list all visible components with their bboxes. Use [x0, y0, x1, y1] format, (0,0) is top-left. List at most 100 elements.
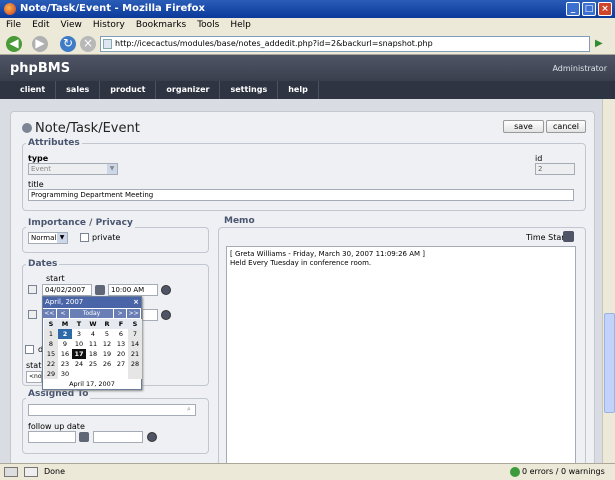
nav-settings[interactable]: settings — [220, 81, 279, 99]
calendar-day[interactable]: 4 — [86, 329, 100, 339]
assigned-input[interactable] — [28, 404, 196, 416]
calendar-day[interactable]: 27 — [114, 359, 128, 369]
calendar-day[interactable]: 29 — [44, 369, 58, 379]
menu-bookmarks[interactable]: Bookmarks — [136, 18, 186, 33]
calendar-day[interactable]: 30 — [58, 369, 72, 379]
page-title: Note/Task/Event — [22, 121, 140, 136]
forward-icon[interactable]: ▶ — [32, 36, 48, 52]
calendar-day[interactable]: 9 — [58, 339, 72, 349]
vertical-scrollbar[interactable] — [602, 99, 615, 463]
calendar-day[interactable]: 22 — [44, 359, 58, 369]
url-text: http://icecactus/modules/base/notes_adde… — [115, 39, 433, 48]
stop-icon[interactable]: × — [80, 36, 96, 52]
nav-help[interactable]: help — [278, 81, 319, 99]
next-year-button[interactable]: >> — [127, 309, 140, 318]
nav-product[interactable]: product — [100, 81, 157, 99]
menu-view[interactable]: View — [61, 18, 82, 33]
menu-history[interactable]: History — [93, 18, 125, 33]
clock-icon[interactable] — [161, 310, 171, 320]
calendar-day[interactable]: 3 — [72, 329, 86, 339]
clock-icon[interactable] — [161, 285, 171, 295]
nav-organizer[interactable]: organizer — [156, 81, 221, 99]
calendar-day[interactable]: 16 — [58, 349, 72, 359]
id-field: 2 — [535, 163, 575, 175]
calendar-day[interactable]: 2 — [58, 329, 72, 339]
page-icon — [103, 39, 112, 49]
importance-select[interactable]: Normal ▼ — [28, 232, 68, 244]
calendar-day[interactable]: 26 — [100, 359, 114, 369]
d-checkbox[interactable] — [25, 345, 34, 354]
calendar-day[interactable]: 10 — [72, 339, 86, 349]
cancel-button[interactable]: cancel — [546, 120, 586, 133]
prev-year-button[interactable]: << — [43, 309, 56, 318]
minimize-button[interactable]: _ — [566, 2, 580, 16]
user-name[interactable]: Administrator — [552, 64, 607, 73]
clock-icon[interactable] — [147, 432, 157, 442]
nav-client[interactable]: client — [10, 81, 57, 99]
calendar-day[interactable]: 8 — [44, 339, 58, 349]
calendar-day[interactable]: 20 — [114, 349, 128, 359]
next-month-button[interactable]: > — [113, 309, 127, 318]
calendar-icon[interactable] — [95, 285, 105, 295]
follow-up-time-input[interactable] — [93, 431, 143, 443]
attributes-legend: Attributes — [26, 138, 82, 148]
end-checkbox[interactable] — [28, 310, 37, 319]
start-time-input[interactable]: 10:00 AM — [108, 284, 158, 296]
status-select[interactable]: <nor — [26, 371, 44, 383]
private-checkbox[interactable] — [80, 233, 89, 242]
type-label: type — [28, 154, 49, 163]
calendar-selected-date: April 17, 2007 — [69, 380, 115, 388]
errors-text[interactable]: 0 errors / 0 warnings — [522, 464, 605, 480]
menu-edit[interactable]: Edit — [32, 18, 49, 33]
url-bar[interactable]: http://icecactus/modules/base/notes_adde… — [100, 36, 590, 52]
calendar-day[interactable]: 11 — [86, 339, 100, 349]
page-status-icon — [4, 467, 18, 477]
nav-sales[interactable]: sales — [56, 81, 101, 99]
status-text: Done — [44, 467, 66, 476]
search-icon: ⌕ — [187, 405, 191, 413]
title-input[interactable]: Programming Department Meeting — [28, 189, 574, 201]
close-window-button[interactable]: × — [598, 2, 612, 16]
timestamp-icon[interactable] — [563, 231, 574, 242]
calendar-day[interactable]: 19 — [100, 349, 114, 359]
start-date-input[interactable]: 04/02/2007 — [42, 284, 92, 296]
follow-up-label: follow up date — [28, 422, 85, 431]
start-checkbox[interactable] — [28, 285, 37, 294]
calendar-month: April, 2007 — [45, 298, 84, 306]
follow-up-date-input[interactable] — [28, 431, 76, 443]
calendar-day[interactable]: 1 — [44, 329, 58, 339]
calendar-icon[interactable] — [79, 432, 89, 442]
calendar-day[interactable]: 17 — [72, 349, 86, 359]
maximize-button[interactable]: □ — [582, 2, 596, 16]
calendar-day[interactable]: 21 — [128, 349, 142, 359]
calendar-day[interactable]: 7 — [128, 329, 142, 339]
calendar-day[interactable]: 14 — [128, 339, 142, 349]
menu-file[interactable]: File — [6, 18, 21, 33]
calendar-day[interactable]: 18 — [86, 349, 100, 359]
calendar-day[interactable]: 6 — [114, 329, 128, 339]
today-button[interactable]: Today — [70, 309, 113, 318]
calendar-day[interactable]: 13 — [114, 339, 128, 349]
save-button[interactable]: save — [503, 120, 544, 133]
calendar-day[interactable]: 12 — [100, 339, 114, 349]
type-select[interactable]: Event ▼ — [28, 163, 118, 175]
calendar-day[interactable]: 24 — [72, 359, 86, 369]
go-icon[interactable]: ▶ — [595, 38, 603, 49]
calendar-day[interactable]: 15 — [44, 349, 58, 359]
calendar-day[interactable]: 23 — [58, 359, 72, 369]
menu-help[interactable]: Help — [230, 18, 251, 33]
calendar-day[interactable]: 5 — [100, 329, 114, 339]
back-icon[interactable]: ◀ — [6, 36, 22, 52]
memo-textarea[interactable]: [ Greta Williams - Friday, March 30, 200… — [226, 246, 576, 465]
calendar-day — [72, 369, 86, 379]
menu-tools[interactable]: Tools — [197, 18, 219, 33]
window-titlebar: Note/Task/Event - Mozilla Firefox _ □ × — [0, 0, 615, 18]
reload-icon[interactable]: ↻ — [60, 36, 76, 52]
calendar-day[interactable]: 25 — [86, 359, 100, 369]
prev-month-button[interactable]: < — [56, 309, 70, 318]
calendar-day[interactable]: 28 — [128, 359, 142, 369]
end-time-input[interactable] — [142, 309, 158, 321]
scrollbar-thumb[interactable] — [604, 313, 615, 413]
calendar-close-icon[interactable]: × — [133, 297, 139, 308]
date-picker-popup: April, 2007 × << < Today > >> SMTWRFS123… — [42, 296, 142, 390]
